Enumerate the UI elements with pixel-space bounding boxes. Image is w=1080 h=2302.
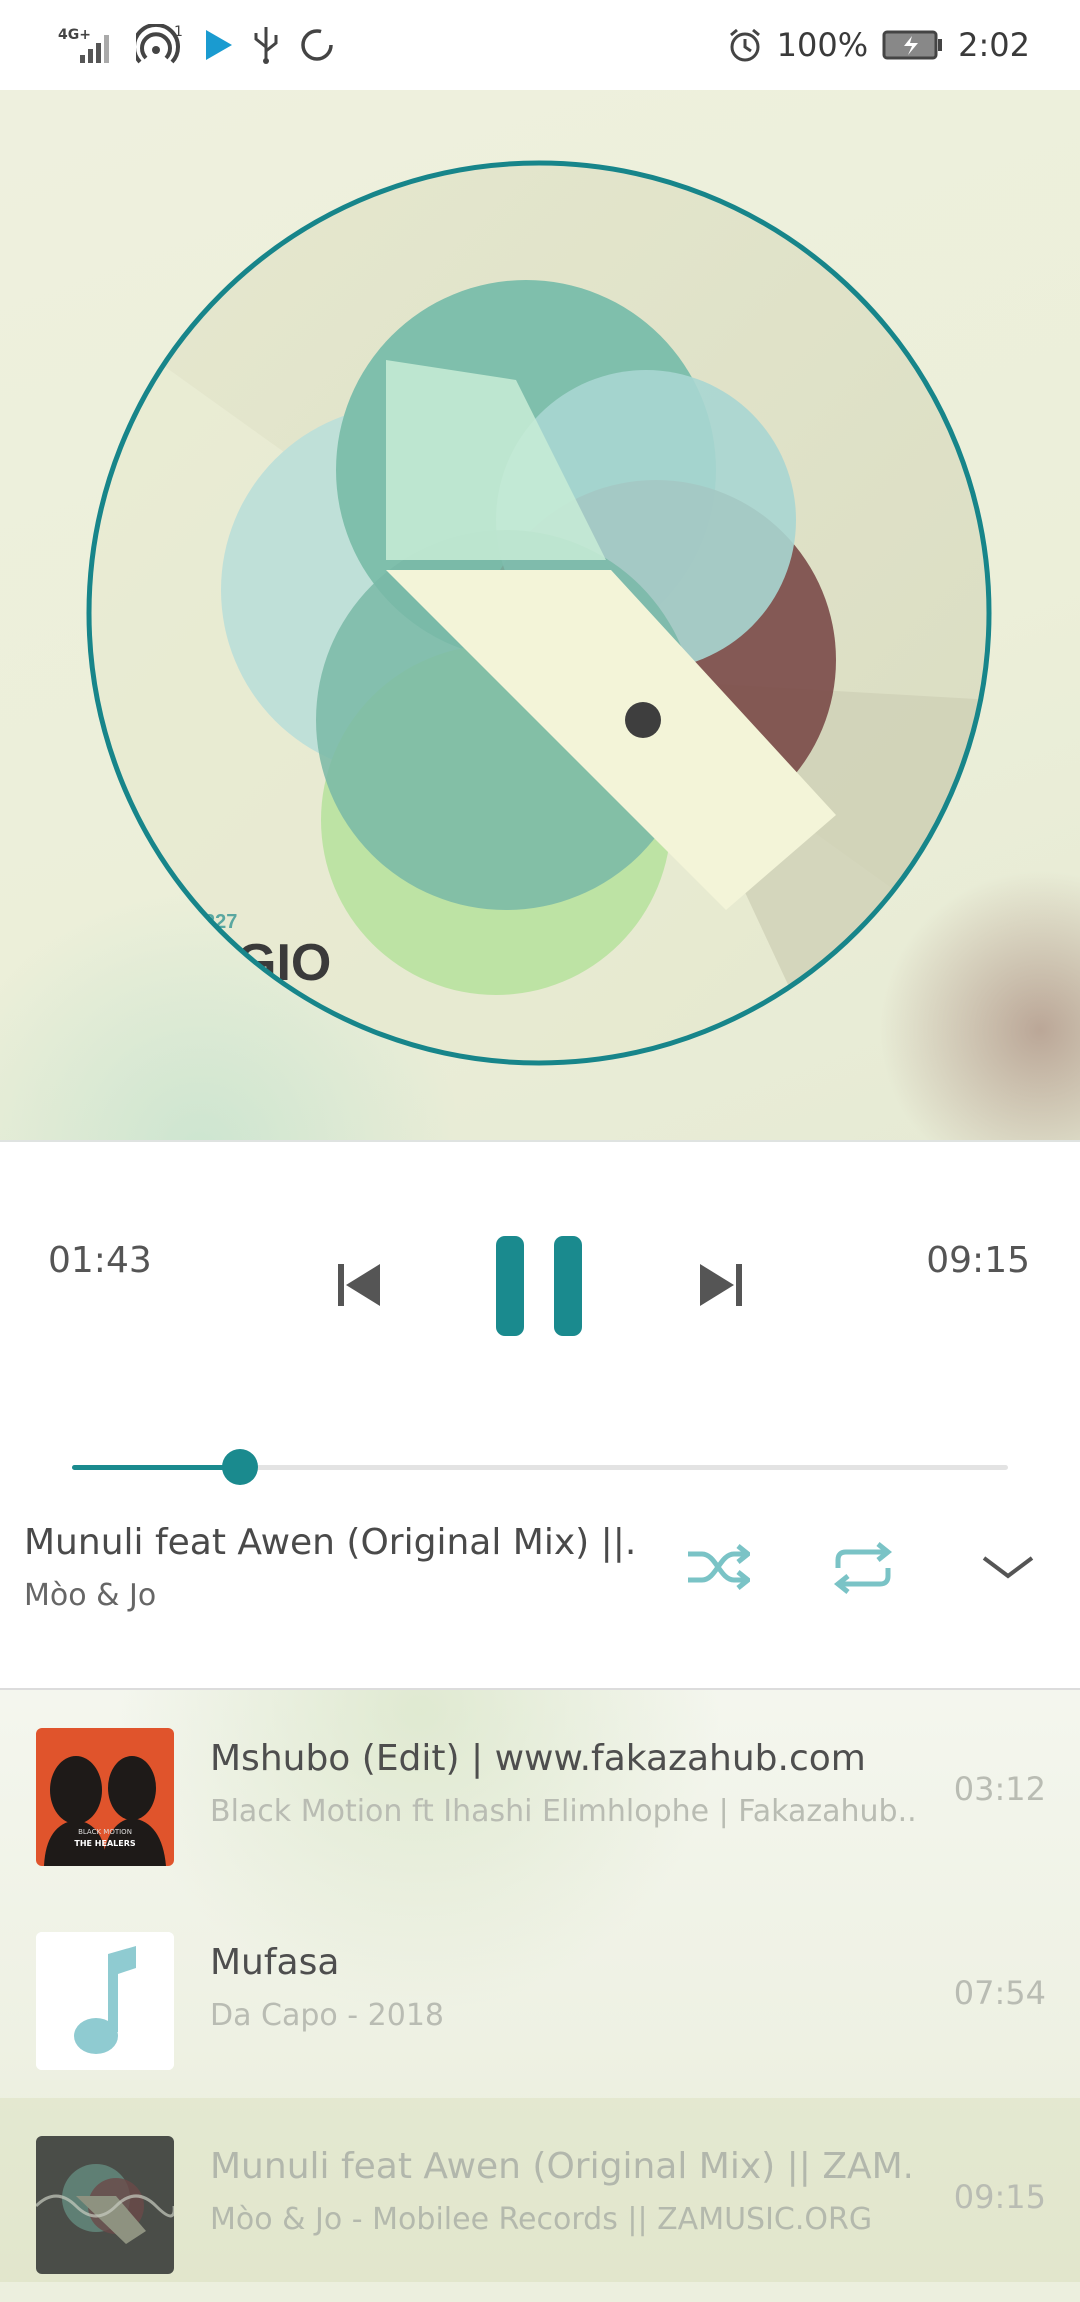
skip-next-icon: [700, 1264, 742, 1306]
seek-progress: [72, 1465, 241, 1470]
pause-icon: [496, 1236, 582, 1336]
pause-button[interactable]: [494, 1234, 584, 1342]
battery-percent: 100%: [776, 26, 869, 64]
elapsed-time: 01:43: [48, 1240, 152, 1281]
network-type: 4G+: [58, 27, 91, 43]
queue-item[interactable]: Mufasa Da Capo - 2018 07:54: [0, 1894, 1080, 2098]
usb-icon: [252, 25, 280, 65]
shuffle-icon: [688, 1544, 753, 1590]
music-note-icon: [36, 1932, 174, 2070]
track-duration: 09:15: [953, 2178, 1046, 2216]
track-subtitle: Mòo & Jo - Mobilee Records || ZAMUSIC.OR…: [210, 2202, 873, 2237]
battery-icon: [882, 29, 944, 61]
repeat-button[interactable]: [830, 1540, 896, 1600]
player-controls: 01:43 09:15 Munuli feat Awen (Original M…: [0, 1142, 1080, 1688]
shuffle-button[interactable]: [686, 1542, 753, 1596]
thumb-artist-text: BLACK MOTION: [78, 1828, 132, 1836]
track-thumbnail: [36, 2136, 174, 2274]
status-bar: 4G+ 1 100% 2:02: [0, 0, 1080, 90]
track-subtitle: Da Capo - 2018: [210, 1998, 444, 2033]
next-button[interactable]: [696, 1260, 746, 1314]
hotspot-icon: 1: [136, 24, 186, 66]
track-title: Mufasa: [210, 1942, 340, 1983]
play-store-icon: [204, 28, 234, 62]
chevron-down-icon: [982, 1556, 1034, 1579]
album-art-disc: 227 GIO: [86, 160, 992, 1066]
sync-icon: [298, 26, 336, 64]
hotspot-count: 1: [174, 24, 183, 40]
clock: 2:02: [958, 26, 1030, 64]
play-queue: BLACK MOTION THE HEALERS Mshubo (Edit) |…: [0, 1688, 1080, 2302]
now-playing-artist: Mòo & Jo: [24, 1578, 157, 1613]
queue-item-current[interactable]: Munuli feat Awen (Original Mix) || ZAM..…: [0, 2098, 1080, 2302]
track-duration: 03:12: [953, 1770, 1046, 1808]
track-duration: 07:54: [953, 1974, 1046, 2012]
album-art-header: 227 GIO: [0, 90, 1080, 1142]
thumb-album-text: THE HEALERS: [74, 1839, 135, 1848]
seek-bar[interactable]: [72, 1442, 1008, 1492]
previous-button[interactable]: [334, 1260, 384, 1314]
now-playing-title: Munuli feat Awen (Original Mix) ||..: [24, 1522, 634, 1563]
track-thumbnail: BLACK MOTION THE HEALERS: [36, 1728, 174, 1866]
seek-handle[interactable]: [222, 1449, 259, 1485]
track-thumbnail: [36, 1932, 174, 2070]
alarm-icon: [727, 27, 763, 63]
repeat-icon: [833, 1542, 893, 1594]
collapse-button[interactable]: [980, 1552, 1036, 1586]
track-subtitle: Black Motion ft Ihashi Elimhlophe | Faka…: [210, 1794, 915, 1829]
track-title: Munuli feat Awen (Original Mix) || ZAM..…: [210, 2146, 910, 2187]
total-duration: 09:15: [926, 1240, 1030, 1281]
track-title: Mshubo (Edit) | www.fakazahub.com: [210, 1738, 866, 1779]
signal-icon: 4G+: [58, 25, 118, 65]
queue-item[interactable]: BLACK MOTION THE HEALERS Mshubo (Edit) |…: [0, 1690, 1080, 1894]
skip-previous-icon: [338, 1264, 380, 1306]
